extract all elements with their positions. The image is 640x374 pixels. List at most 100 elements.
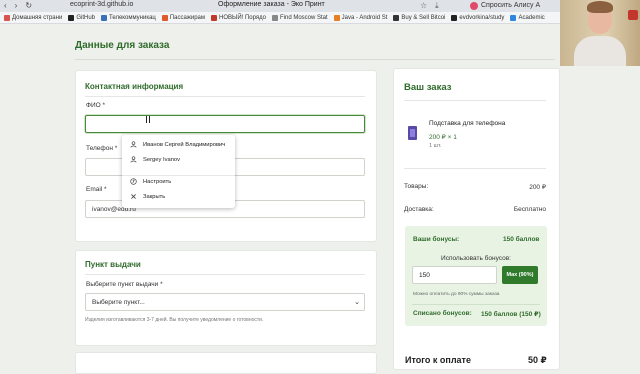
bookmark-label: Домашняя страни xyxy=(12,14,63,21)
favicon-icon xyxy=(68,14,75,21)
bookmark-item[interactable]: НОВЫЙ! Порядо xyxy=(211,14,266,21)
bonus-panel: Ваши бонусы: 150 баллов Использовать бон… xyxy=(405,226,547,326)
page-title: Данные для заказа xyxy=(75,40,170,51)
pickup-label: Выберите пункт выдачи * xyxy=(86,281,163,288)
bookmark-item[interactable]: Buy & Sell Bitcoi xyxy=(393,14,446,21)
autofill-dropdown: Иванов Сергей Владимирович Sergey Ivanov… xyxy=(122,135,235,208)
bookmark-item[interactable]: Домашняя страни xyxy=(4,14,63,21)
address-tools: ☆ ⤓ xyxy=(420,1,439,11)
download-icon[interactable]: ⤓ xyxy=(435,1,439,11)
product-quantity: 1 шт. xyxy=(429,143,442,149)
goods-label: Товары: xyxy=(404,183,429,190)
autofill-close-label: Закрыть xyxy=(143,193,166,200)
nav-buttons: ‹ › ↻ xyxy=(4,1,32,10)
order-divider xyxy=(404,100,546,101)
close-icon xyxy=(131,194,136,199)
bookmark-label: Find Moscow Stat xyxy=(279,14,328,21)
person-icon xyxy=(130,141,137,148)
contact-section-title: Контактная информация xyxy=(85,82,184,91)
text-cursor-icon xyxy=(146,116,150,123)
pickup-select-value: Выберите пункт... xyxy=(92,298,145,306)
bookmarks-bar: Домашняя страни GitHub Телекоммуникац Пасса… xyxy=(0,12,640,24)
back-icon[interactable]: ‹ xyxy=(4,1,7,10)
bookmark-label: Телекоммуникац xyxy=(109,14,156,21)
reload-icon[interactable]: ↻ xyxy=(25,1,32,10)
autofill-suggestion-label: Иванов Сергей Владимирович xyxy=(143,141,226,148)
product-name: Подставка для телефона xyxy=(429,120,506,127)
presenter-hair xyxy=(587,1,613,13)
bonus-divider xyxy=(412,304,540,305)
webcam-red-object xyxy=(628,10,638,20)
max-bonus-button[interactable]: Max (90%) xyxy=(502,266,538,284)
fio-input[interactable] xyxy=(85,115,365,133)
product-price: 200 ₽ × 1 xyxy=(429,134,457,141)
autofill-settings-label: Настроить xyxy=(143,178,172,185)
total-value: 50 ₽ xyxy=(528,355,547,365)
autofill-suggestion[interactable]: Sergey Ivanov xyxy=(130,156,180,163)
bookmark-item[interactable]: Find Moscow Stat xyxy=(271,14,328,21)
bonus-amount-input[interactable]: 150 xyxy=(412,266,497,284)
order-title: Ваш заказ xyxy=(404,82,452,93)
autofill-settings[interactable]: Настроить xyxy=(130,178,171,185)
goods-value: 200 ₽ xyxy=(529,184,546,191)
total-label: Итого к оплате xyxy=(405,355,471,365)
autofill-divider xyxy=(122,175,235,176)
ask-alice-label: Спросить Алису А xyxy=(481,2,541,9)
favicon-icon xyxy=(393,14,400,21)
autofill-suggestion-label: Sergey Ivanov xyxy=(143,156,181,163)
ask-alice-button[interactable]: Спросить Алису А xyxy=(470,0,540,11)
bookmark-item[interactable]: Academic xyxy=(510,14,545,21)
bookmark-item[interactable]: Java - Android St xyxy=(333,14,388,21)
webcam-overlay xyxy=(560,0,640,66)
favicon-icon xyxy=(101,14,107,21)
bookmark-item[interactable]: GitHub xyxy=(68,14,95,21)
favicon-icon xyxy=(333,14,340,21)
autofill-close[interactable]: Закрыть xyxy=(130,193,165,200)
favicon-icon xyxy=(4,14,10,21)
bookmark-label: GitHub xyxy=(76,14,95,21)
email-label: Email * xyxy=(86,186,107,193)
pickup-section-title: Пункт выдачи xyxy=(85,260,141,269)
bonus-note: Можно оплатить до 90% суммы заказа xyxy=(413,292,500,297)
bookmark-item[interactable]: Пассажирам xyxy=(161,14,206,21)
bookmark-label: НОВЫЙ! Порядо xyxy=(219,14,266,21)
bookmark-label: Buy & Sell Bitcoi xyxy=(401,14,446,21)
bookmark-item[interactable]: evdvorkina/study xyxy=(451,14,505,21)
bookmark-label: Пассажирам xyxy=(169,14,206,21)
bookmark-label: evdvorkina/study xyxy=(459,14,505,21)
delivery-label: Доставка: xyxy=(404,206,434,213)
browser-logo-icon xyxy=(130,178,137,185)
bookmark-icon[interactable]: ☆ xyxy=(420,1,427,11)
phone-label: Телефон * xyxy=(86,145,118,152)
presenter-body xyxy=(574,36,626,66)
favicon-icon xyxy=(510,14,517,21)
favicon-icon xyxy=(451,14,458,21)
autofill-suggestion[interactable]: Иванов Сергей Владимирович xyxy=(130,141,225,148)
chevron-down-icon: ⌄ xyxy=(354,299,360,306)
use-bonus-label: Использовать бонусов: xyxy=(441,255,511,262)
pickup-hint: Изделия изготавливаются 3-7 дней. Вы пол… xyxy=(85,317,264,323)
pickup-select[interactable]: Выберите пункт... ⌄ xyxy=(85,293,365,311)
fio-label: ФИО * xyxy=(86,102,106,109)
next-card xyxy=(75,352,377,374)
address-bar[interactable]: ecoprint-3d.github.io xyxy=(70,1,133,8)
contact-divider xyxy=(85,96,365,97)
page-tab-title: Оформление заказа - Эко Принт xyxy=(218,1,325,8)
bonus-label: Ваши бонусы: xyxy=(413,236,460,243)
bookmark-label: Java - Android St xyxy=(341,14,388,21)
bookmark-label: Academic xyxy=(518,14,545,21)
title-divider xyxy=(75,59,555,60)
spent-bonus-value: 150 баллов (150 ₽) xyxy=(481,311,541,318)
favicon-icon xyxy=(211,14,218,21)
product-thumbnail xyxy=(408,126,417,140)
delivery-value: Бесплатно xyxy=(513,206,546,213)
favicon-icon xyxy=(161,14,168,21)
browser-toolbar: ‹ › ↻ ecoprint-3d.github.io Оформление з… xyxy=(0,0,640,12)
pickup-divider xyxy=(85,274,365,275)
alice-icon xyxy=(470,1,478,10)
forward-icon[interactable]: › xyxy=(15,1,18,10)
bookmark-item[interactable]: Телекоммуникац xyxy=(101,14,156,21)
spent-bonus-label: Списано бонусов: xyxy=(413,310,472,317)
favicon-icon xyxy=(271,14,278,21)
person-icon xyxy=(130,156,137,163)
